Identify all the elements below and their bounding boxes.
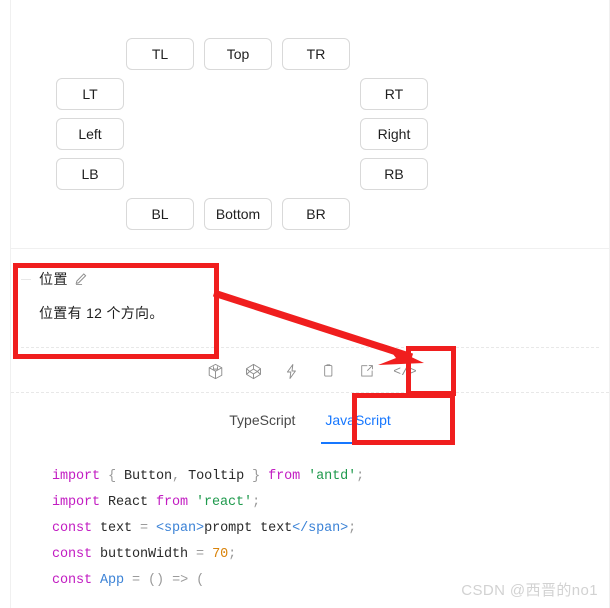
code-token: const <box>52 521 101 536</box>
external-link-icon[interactable] <box>356 360 378 382</box>
api-divider <box>21 347 599 348</box>
placement-button-br[interactable]: BR <box>282 198 350 230</box>
placement-button-lb[interactable]: LB <box>56 158 124 190</box>
code-token: import <box>52 495 109 510</box>
code-line: import React from 'react'; <box>11 490 609 516</box>
code-line: import { Button, Tooltip } from 'antd'; <box>11 464 609 490</box>
placement-button-top[interactable]: Top <box>204 38 272 70</box>
placement-button-tl[interactable]: TL <box>126 38 194 70</box>
code-token: Button <box>124 469 173 484</box>
demo-action-toolbar: </> <box>11 350 609 392</box>
code-token: () <box>148 573 173 588</box>
code-line: const buttonWidth = 70; <box>11 542 609 568</box>
language-tab-bar: TypeScript JavaScript <box>11 392 609 447</box>
code-token: 'react' <box>196 495 253 510</box>
code-token: ; <box>356 469 365 484</box>
code-token: = <box>140 521 157 536</box>
code-token: prompt text <box>204 521 293 536</box>
tab-javascript[interactable]: JavaScript <box>321 404 396 444</box>
code-token: React <box>108 495 157 510</box>
code-token: ; <box>348 521 357 536</box>
code-token: import <box>52 469 109 484</box>
api-title-row: 位置 <box>21 269 599 289</box>
edit-pencil-icon[interactable] <box>74 272 88 286</box>
placement-button-left[interactable]: Left <box>56 118 124 150</box>
code-token: text <box>100 521 141 536</box>
watermark: CSDN @西晋的no1 <box>461 582 598 599</box>
code-token: => <box>172 573 197 588</box>
code-token: { <box>108 469 125 484</box>
code-line: const text = <span>prompt text</span>; <box>11 516 609 542</box>
code-token: ( <box>196 573 205 588</box>
code-token: from <box>268 469 309 484</box>
placement-button-rb[interactable]: RB <box>360 158 428 190</box>
page-root: TL Top TR LT RT Left Right LB RB BL Bottom BR 位置 位置… <box>0 0 610 608</box>
code-token: } <box>244 469 269 484</box>
placement-button-bottom[interactable]: Bottom <box>204 198 272 230</box>
code-token: 'antd' <box>308 469 357 484</box>
code-icon[interactable]: </> <box>393 360 416 382</box>
placement-button-right[interactable]: Right <box>360 118 428 150</box>
code-token: 70 <box>212 547 229 562</box>
placement-button-lt[interactable]: LT <box>56 78 124 110</box>
code-token: App <box>100 573 133 588</box>
code-token: = <box>132 573 149 588</box>
placement-button-bl[interactable]: BL <box>126 198 194 230</box>
copy-icon[interactable] <box>318 360 340 382</box>
placement-button-rt[interactable]: RT <box>360 78 428 110</box>
api-description-text: 位置有 12 个方向。 <box>39 305 164 321</box>
code-token: const <box>52 547 101 562</box>
code-token: buttonWidth <box>100 547 197 562</box>
code-token: , <box>172 469 189 484</box>
stackblitz-icon[interactable] <box>280 360 302 382</box>
code-token: ; <box>228 547 237 562</box>
codesandbox-icon[interactable] <box>204 360 226 382</box>
tooltip-placement-grid: TL Top TR LT RT Left Right LB RB BL Bottom BR <box>11 0 609 248</box>
code-token: const <box>52 573 101 588</box>
placement-button-tr[interactable]: TR <box>282 38 350 70</box>
code-token: ; <box>252 495 261 510</box>
codepen-icon[interactable] <box>242 360 264 382</box>
code-token: = <box>196 547 213 562</box>
code-token: from <box>156 495 197 510</box>
api-title: 位置 <box>39 271 68 287</box>
code-token: <span> <box>156 521 205 536</box>
tab-typescript[interactable]: TypeScript <box>227 404 297 436</box>
code-token: </span> <box>292 521 349 536</box>
code-token: Tooltip <box>188 469 245 484</box>
